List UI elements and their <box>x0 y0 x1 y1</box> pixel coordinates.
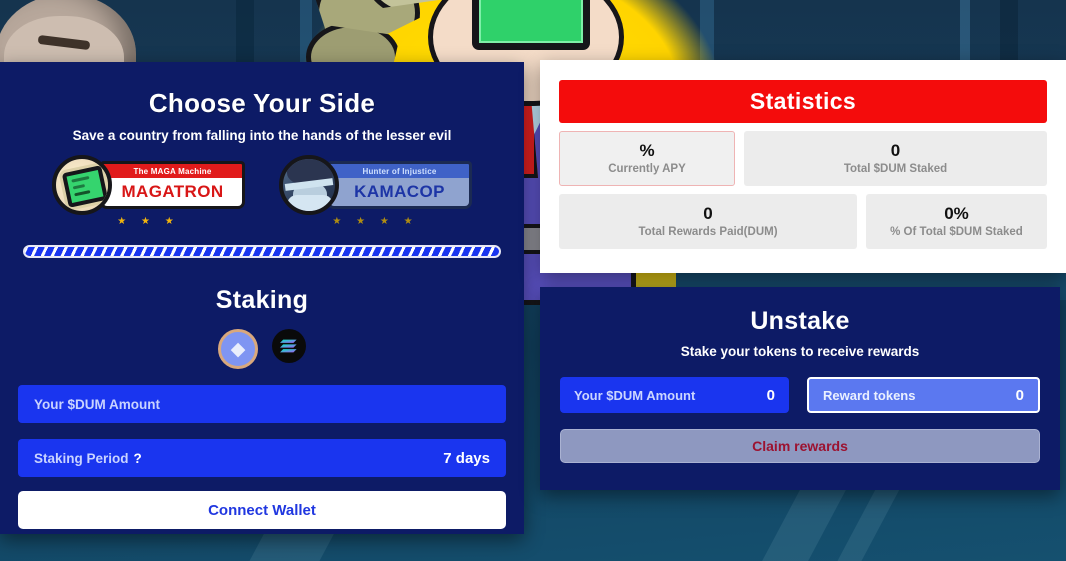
stat-label: Total $DUM Staked <box>843 163 948 176</box>
kamacop-name: KAMACOP <box>327 178 472 209</box>
staking-title: Staking <box>215 286 309 314</box>
character-screen-face <box>472 0 590 50</box>
connect-wallet-button[interactable]: Connect Wallet <box>18 491 506 529</box>
kamacop-nameplate: Hunter of Injustice KAMACOP <box>327 161 472 209</box>
stat-label: % Of Total $DUM Staked <box>890 226 1023 239</box>
reward-tokens-placeholder: Reward tokens <box>823 387 916 403</box>
stat-value: 0 <box>703 203 713 223</box>
stat-total-dum-staked: 0 Total $DUM Staked <box>744 131 1047 186</box>
solana-glyph <box>279 339 297 353</box>
side-option-kamacop[interactable]: Hunter of Injustice KAMACOP ★ ★ ★ ★ <box>279 155 472 227</box>
statistics-card: Statistics % Currently APY 0 Total $DUM … <box>540 60 1066 273</box>
stake-amount-input[interactable]: Your $DUM Amount <box>18 385 506 423</box>
ethereum-icon[interactable]: ◆ <box>218 329 258 369</box>
statistics-row: % Currently APY 0 Total $DUM Staked <box>559 131 1047 186</box>
statistics-title: Statistics <box>559 80 1047 123</box>
ethereum-glyph: ◆ <box>230 338 246 360</box>
stat-percent-of-total-staked: 0% % Of Total $DUM Staked <box>866 194 1047 249</box>
magatron-nameplate: The MAGA Machine MAGATRON <box>100 161 245 209</box>
stat-currently-apy: % Currently APY <box>559 131 735 186</box>
claim-rewards-button[interactable]: Claim rewards <box>560 429 1040 463</box>
unstake-title: Unstake <box>750 307 850 335</box>
staking-period-value: 7 days <box>443 449 490 467</box>
stat-value: % <box>639 140 655 160</box>
side-selector: The MAGA Machine MAGATRON ★ ★ ★ Hunter o… <box>0 155 524 227</box>
stat-value: 0 <box>890 140 901 160</box>
staking-period-label: Staking Period <box>34 450 129 466</box>
reward-tokens-input[interactable]: Reward tokens 0 <box>807 377 1040 413</box>
magatron-name: MAGATRON <box>100 178 245 209</box>
unstake-subtitle: Stake your tokens to receive rewards <box>680 344 920 359</box>
staking-period-row[interactable]: Staking Period? 7 days <box>18 439 506 477</box>
unstake-panel: Unstake Stake your tokens to receive rew… <box>540 287 1060 490</box>
choose-side-subtitle: Save a country from falling into the han… <box>72 128 452 143</box>
unstake-amount-value: 0 <box>766 386 775 404</box>
choose-side-title: Choose Your Side <box>148 88 376 118</box>
reward-tokens-value: 0 <box>1015 386 1024 404</box>
unstake-fields-row: Your $DUM Amount 0 Reward tokens 0 <box>560 377 1040 413</box>
stat-total-rewards-paid: 0 Total Rewards Paid(DUM) <box>559 194 857 249</box>
magatron-star-rating: ★ ★ ★ <box>117 216 180 227</box>
kamacop-star-rating: ★ ★ ★ ★ <box>332 216 419 227</box>
choose-side-staking-panel: Choose Your Side Save a country from fal… <box>0 62 524 534</box>
staking-period-label-wrap: Staking Period? <box>34 451 142 466</box>
help-icon[interactable]: ? <box>134 451 142 466</box>
screen-line <box>71 175 90 183</box>
kamacop-avatar <box>279 155 339 215</box>
mask-shape <box>287 195 333 211</box>
stat-label: Currently APY <box>608 163 686 176</box>
laptop-icon <box>61 165 108 208</box>
side-card-row: The MAGA Machine MAGATRON <box>52 155 245 215</box>
side-card-row: Hunter of Injustice KAMACOP <box>279 155 472 215</box>
statistics-row: 0 Total Rewards Paid(DUM) 0% % Of Total … <box>559 194 1047 249</box>
stat-value: 0% <box>944 203 969 223</box>
magatron-avatar <box>52 155 112 215</box>
magatron-tagline: The MAGA Machine <box>100 161 245 178</box>
side-balance-progress-bar <box>23 245 501 258</box>
stake-amount-placeholder: Your $DUM Amount <box>34 396 160 412</box>
screen-line <box>74 190 91 197</box>
unstake-amount-placeholder: Your $DUM Amount <box>574 387 696 403</box>
unstake-amount-input[interactable]: Your $DUM Amount 0 <box>560 377 789 413</box>
chain-selector: ◆ <box>0 329 524 369</box>
solana-icon[interactable] <box>272 329 306 363</box>
stat-label: Total Rewards Paid(DUM) <box>638 226 778 239</box>
screen-line <box>72 184 86 190</box>
side-option-magatron[interactable]: The MAGA Machine MAGATRON ★ ★ ★ <box>52 155 245 227</box>
kamacop-tagline: Hunter of Injustice <box>327 161 472 178</box>
